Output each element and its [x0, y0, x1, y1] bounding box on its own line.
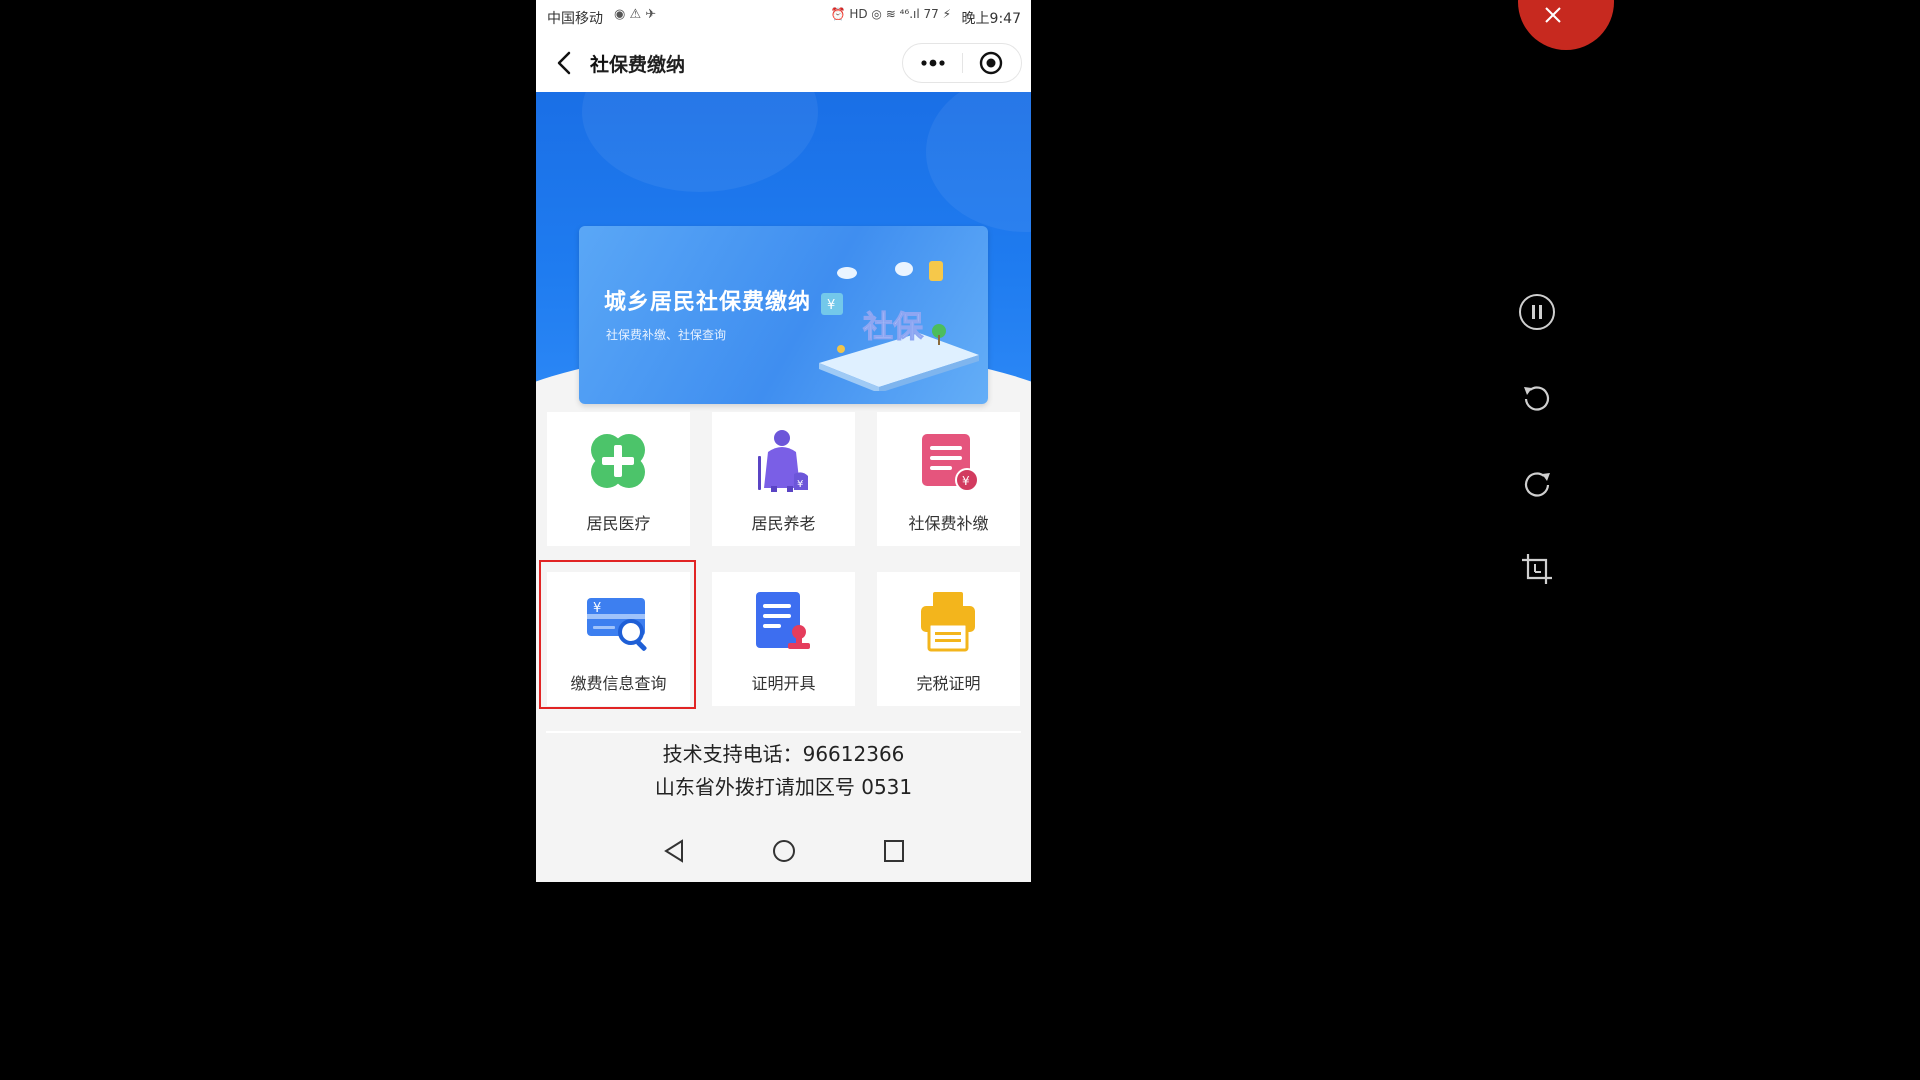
illustration-label: 社保 — [863, 310, 924, 345]
back-arrow-icon[interactable] — [551, 49, 579, 77]
elderly-person-icon: ¥ — [758, 430, 808, 492]
svg-text:¥: ¥ — [797, 479, 803, 490]
tile-label: 居民医疗 — [586, 514, 651, 533]
banner-title: 城乡居民社保费缴纳 — [604, 290, 812, 315]
banner-subtitle: 社保费补缴、社保查询 — [606, 328, 727, 342]
status-icons-left: ◉ ⚠ ✈ — [614, 7, 657, 22]
selection-highlight — [539, 560, 696, 709]
more-options-icon[interactable] — [915, 50, 951, 76]
divider — [546, 731, 1021, 733]
tile-label: 居民养老 — [751, 514, 816, 533]
status-bar: 中国移动 ◉ ⚠ ✈ ⏰ HD ◎ ≋ ⁴⁶.ıl 77 ⚡ 晚上9:47 — [536, 0, 1031, 34]
crop-icon[interactable] — [1518, 550, 1556, 588]
tile-tax-payment-certificate[interactable]: 完税证明 — [877, 572, 1020, 706]
android-nav-bar — [536, 820, 1031, 882]
nav-recents-icon[interactable] — [882, 838, 906, 864]
recorder-close-button[interactable] — [1518, 0, 1614, 50]
social-security-illustration-icon: ¥ 社保 — [819, 261, 979, 391]
promo-banner[interactable]: 城乡居民社保费缴纳 社保费补缴、社保查询 ¥ 社保 — [579, 226, 988, 404]
capsule-divider — [962, 53, 963, 73]
hero-decoration — [582, 32, 818, 192]
tile-label: 完税证明 — [916, 674, 981, 693]
tile-certificate-issuance[interactable]: 证明开具 — [712, 572, 855, 706]
tile-resident-pension[interactable]: ¥ 居民养老 — [712, 412, 855, 546]
printer-icon — [921, 592, 975, 652]
tile-label: 证明开具 — [751, 674, 816, 693]
svg-text:¥: ¥ — [962, 474, 970, 488]
medical-cross-icon — [591, 434, 645, 488]
status-time: 晚上9:47 — [961, 11, 1021, 27]
close-icon — [1545, 7, 1561, 23]
status-icons-right: ⏰ HD ◎ ≋ ⁴⁶.ıl 77 ⚡ — [830, 7, 951, 21]
close-mini-program-icon[interactable] — [978, 50, 1004, 76]
hero-decoration — [926, 72, 1031, 232]
tile-resident-medical[interactable]: 居民医疗 — [547, 412, 690, 546]
tile-social-security-backpay[interactable]: ¥ 社保费补缴 — [877, 412, 1020, 546]
support-area-code-note: 山东省外拨打请加区号 0531 — [654, 775, 913, 799]
tile-label: 社保费补缴 — [908, 514, 989, 533]
nav-home-icon[interactable] — [771, 838, 797, 864]
support-phone: 技术支持电话：96612366 — [662, 742, 905, 766]
phone-screen: 中国移动 ◉ ⚠ ✈ ⏰ HD ◎ ≋ ⁴⁶.ıl 77 ⚡ 晚上9:47 社保… — [536, 0, 1031, 882]
nav-back-icon[interactable] — [662, 838, 686, 864]
svg-text:¥: ¥ — [827, 298, 835, 313]
rotate-right-icon[interactable] — [1518, 466, 1556, 504]
pause-icon[interactable] — [1518, 293, 1556, 331]
rotate-left-icon[interactable] — [1518, 380, 1556, 418]
carrier-label: 中国移动 — [547, 11, 603, 27]
document-payment-icon: ¥ — [922, 434, 979, 492]
certificate-stamp-icon — [756, 592, 810, 649]
